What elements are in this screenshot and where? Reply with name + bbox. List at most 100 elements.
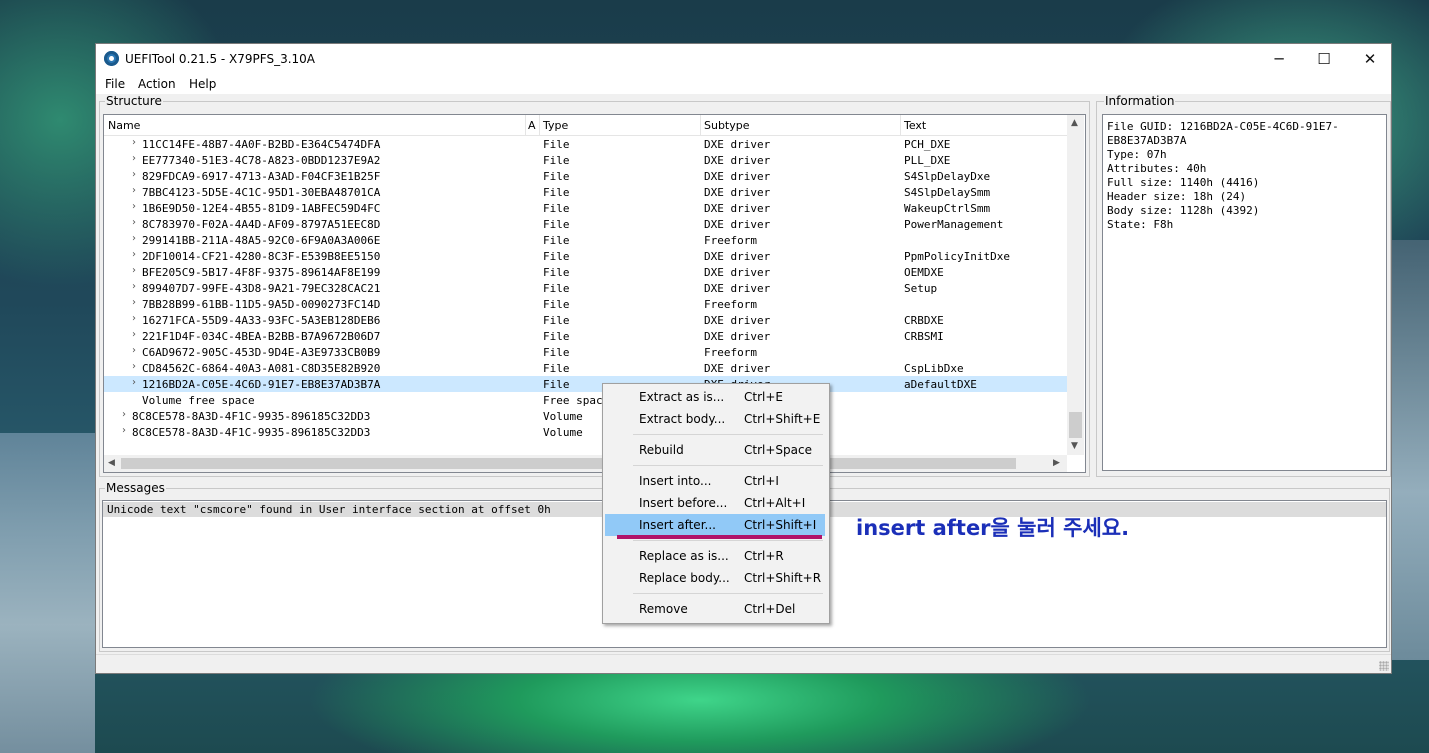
tree-row[interactable]: › 829FDCA9-6917-4713-A3AD-F04CF3E1B25F Fil…	[104, 168, 1067, 184]
scroll-right-icon[interactable]: ▶	[1053, 458, 1060, 468]
tree-row[interactable]: › EE777340-51E3-4C78-A823-0BDD1237E9A2 Fil…	[104, 152, 1067, 168]
vertical-scroll-thumb[interactable]	[1069, 412, 1082, 438]
cell-name: 2DF10014-CF21-4280-8C3F-E539B8EE5150	[142, 250, 381, 263]
expand-chevron-icon[interactable]: ›	[122, 425, 126, 436]
tree-row[interactable]: › 11CC14FE-48B7-4A0F-B2BD-E364C5474DFA Fil…	[104, 136, 1067, 152]
expand-chevron-icon[interactable]: ›	[132, 297, 136, 308]
tree-header: Name A Type Subtype Text	[104, 115, 1067, 136]
expand-chevron-icon[interactable]: ›	[132, 329, 136, 340]
cell-type: Free space	[543, 394, 610, 407]
menu-item-extract-as-is[interactable]: Extract as is... Ctrl+E	[605, 386, 825, 408]
expand-chevron-icon[interactable]: ›	[132, 265, 136, 276]
cell-text: CRBDXE	[904, 314, 944, 327]
cell-name: 1B6E9D50-12E4-4B55-81D9-1ABFEC59D4FC	[142, 202, 381, 215]
tree-row[interactable]: › 8C8CE578-8A3D-4F1C-9935-896185C32DD3 Vol…	[104, 408, 1067, 424]
scroll-left-icon[interactable]: ◀	[108, 458, 115, 468]
minimize-button[interactable]: ─	[1256, 44, 1302, 74]
cell-text: Setup	[904, 282, 938, 295]
tree-row[interactable]: › 1B6E9D50-12E4-4B55-81D9-1ABFEC59D4FC Fil…	[104, 200, 1067, 216]
expand-chevron-icon[interactable]: ›	[122, 409, 126, 420]
cell-subtype: DXE driver	[704, 266, 771, 279]
tree-row[interactable]: › 7BBC4123-5D5E-4C1C-95D1-30EBA48701CA Fil…	[104, 184, 1067, 200]
menu-item-extract-body[interactable]: Extract body... Ctrl+Shift+E	[605, 408, 825, 430]
information-panel[interactable]: File GUID: 1216BD2A-C05E-4C6D-91E7- EB8E3…	[1102, 114, 1387, 471]
menu-item-replace-as-is[interactable]: Replace as is... Ctrl+R	[605, 545, 825, 567]
uefitool-icon	[104, 51, 119, 66]
menu-item-insert-before[interactable]: Insert before... Ctrl+Alt+I	[605, 492, 825, 514]
cell-type: File	[543, 138, 570, 151]
menu-help[interactable]: Help	[189, 77, 216, 91]
menu-separator	[633, 434, 823, 435]
cell-subtype: DXE driver	[704, 314, 771, 327]
horizontal-scroll-thumb[interactable]	[121, 458, 1016, 469]
menu-item-remove[interactable]: Remove Ctrl+Del	[605, 598, 825, 620]
menu-item-rebuild[interactable]: Rebuild Ctrl+Space	[605, 439, 825, 461]
expand-chevron-icon[interactable]: ›	[132, 217, 136, 228]
cell-subtype: DXE driver	[704, 250, 771, 263]
tree-row[interactable]: › CD84562C-6864-40A3-A081-C8D35E82B920 Fil…	[104, 360, 1067, 376]
info-line: Header size: 18h (24)	[1107, 190, 1247, 203]
tree-row[interactable]: › 1216BD2A-C05E-4C6D-91E7-EB8E37AD3B7A Fil…	[104, 376, 1067, 392]
menu-separator	[633, 540, 823, 541]
column-action[interactable]: A	[528, 119, 536, 132]
tree-row[interactable]: Volume free space Free space	[104, 392, 1067, 408]
tree-row[interactable]: › 221F1D4F-034C-4BEA-B2BB-B7A9672B06D7 Fil…	[104, 328, 1067, 344]
cell-name: 829FDCA9-6917-4713-A3AD-F04CF3E1B25F	[142, 170, 381, 183]
tree-row[interactable]: › BFE205C9-5B17-4F8F-9375-89614AF8E199 Fil…	[104, 264, 1067, 280]
cell-text: PCH_DXE	[904, 138, 951, 151]
column-type[interactable]: Type	[543, 119, 568, 132]
expand-chevron-icon[interactable]: ›	[132, 361, 136, 372]
horizontal-scrollbar[interactable]: ◀ ▶	[104, 455, 1067, 472]
maximize-button[interactable]: ☐	[1301, 44, 1347, 74]
scroll-down-icon[interactable]: ▼	[1071, 441, 1078, 451]
tree-row[interactable]: › 2DF10014-CF21-4280-8C3F-E539B8EE5150 Fil…	[104, 248, 1067, 264]
expand-chevron-icon[interactable]: ›	[132, 377, 136, 388]
tree-row[interactable]: › C6AD9672-905C-453D-9D4E-A3E9733CB0B9 Fil…	[104, 344, 1067, 360]
menu-item-shortcut: Ctrl+Del	[744, 602, 796, 616]
cell-text: PowerManagement	[904, 218, 1004, 231]
menu-action[interactable]: Action	[138, 77, 176, 91]
tree-row[interactable]: › 899407D7-99FE-43D8-9A21-79EC328CAC21 Fil…	[104, 280, 1067, 296]
cell-name: 11CC14FE-48B7-4A0F-B2BD-E364C5474DFA	[142, 138, 381, 151]
menu-item-replace-body[interactable]: Replace body... Ctrl+Shift+R	[605, 567, 825, 589]
menu-separator	[633, 465, 823, 466]
menu-item-insert-into[interactable]: Insert into... Ctrl+I	[605, 470, 825, 492]
cell-text: PLL_DXE	[904, 154, 951, 167]
tree-rows: › 11CC14FE-48B7-4A0F-B2BD-E364C5474DFA Fil…	[104, 136, 1067, 440]
expand-chevron-icon[interactable]: ›	[132, 153, 136, 164]
tree-row[interactable]: › 7BB28B99-61BB-11D5-9A5D-0090273FC14D Fil…	[104, 296, 1067, 312]
resize-grip-icon[interactable]	[1379, 661, 1389, 671]
tree-row[interactable]: › 8C783970-F02A-4A4D-AF09-8797A51EEC8D Fil…	[104, 216, 1067, 232]
menu-item-insert-after[interactable]: Insert after... Ctrl+Shift+I	[605, 514, 825, 536]
expand-chevron-icon[interactable]: ›	[132, 169, 136, 180]
menu-item-shortcut: Ctrl+Shift+I	[744, 518, 817, 532]
expand-chevron-icon[interactable]: ›	[132, 281, 136, 292]
structure-tree[interactable]: Name A Type Subtype Text › 11CC14FE-48B7-…	[103, 114, 1086, 473]
cell-subtype: DXE driver	[704, 330, 771, 343]
cell-type: File	[543, 218, 570, 231]
tree-row[interactable]: › 16271FCA-55D9-4A33-93FC-5A3EB128DEB6 Fil…	[104, 312, 1067, 328]
messages-label: Messages	[105, 481, 166, 495]
expand-chevron-icon[interactable]: ›	[132, 249, 136, 260]
expand-chevron-icon[interactable]: ›	[132, 185, 136, 196]
cell-subtype: DXE driver	[704, 218, 771, 231]
vertical-scrollbar[interactable]: ▲ ▼	[1067, 115, 1084, 455]
close-button[interactable]: ✕	[1347, 44, 1393, 74]
scroll-up-icon[interactable]: ▲	[1071, 118, 1078, 128]
tree-row[interactable]: › 8C8CE578-8A3D-4F1C-9935-896185C32DD3 Vol…	[104, 424, 1067, 440]
expand-chevron-icon[interactable]: ›	[132, 313, 136, 324]
column-subtype[interactable]: Subtype	[704, 119, 750, 132]
menu-item-shortcut: Ctrl+Space	[744, 443, 812, 457]
expand-chevron-icon[interactable]: ›	[132, 201, 136, 212]
column-name[interactable]: Name	[108, 119, 140, 132]
cell-name: 1216BD2A-C05E-4C6D-91E7-EB8E37AD3B7A	[142, 378, 381, 391]
expand-chevron-icon[interactable]: ›	[132, 345, 136, 356]
tree-row[interactable]: › 299141BB-211A-48A5-92C0-6F9A0A3A006E Fil…	[104, 232, 1067, 248]
cell-type: File	[543, 154, 570, 167]
column-text[interactable]: Text	[904, 119, 926, 132]
info-line: File GUID: 1216BD2A-C05E-4C6D-91E7-	[1107, 120, 1339, 133]
expand-chevron-icon[interactable]: ›	[132, 233, 136, 244]
expand-chevron-icon[interactable]: ›	[132, 137, 136, 148]
cell-text: CspLibDxe	[904, 362, 964, 375]
menu-file[interactable]: File	[105, 77, 125, 91]
